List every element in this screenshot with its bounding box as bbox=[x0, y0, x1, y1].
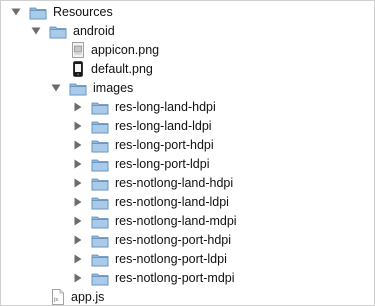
file-label: default.png bbox=[91, 62, 153, 76]
disclosure-collapsed-icon[interactable] bbox=[73, 273, 83, 283]
tree-row-subfolder[interactable]: res-long-port-ldpi bbox=[1, 155, 374, 174]
tree-row-subfolder[interactable]: res-notlong-port-ldpi bbox=[1, 250, 374, 269]
image-file-icon bbox=[72, 42, 84, 58]
folder-icon bbox=[91, 216, 109, 229]
folder-label: Resources bbox=[53, 5, 113, 19]
disclosure-collapsed-icon[interactable] bbox=[73, 102, 83, 112]
disclosure-collapsed-icon[interactable] bbox=[73, 178, 83, 188]
folder-icon bbox=[91, 121, 109, 134]
tree-row-subfolder[interactable]: res-notlong-land-mdpi bbox=[1, 212, 374, 231]
tree-row-file[interactable]: js app.js bbox=[1, 288, 374, 306]
folder-label: res-notlong-port-hdpi bbox=[115, 233, 232, 247]
disclosure-collapsed-icon[interactable] bbox=[73, 235, 83, 245]
folder-label: res-long-land-hdpi bbox=[115, 100, 216, 114]
tree-row-subfolder[interactable]: res-notlong-land-ldpi bbox=[1, 193, 374, 212]
tree-row-subfolder[interactable]: res-notlong-port-hdpi bbox=[1, 231, 374, 250]
folder-label: res-notlong-land-hdpi bbox=[115, 176, 234, 190]
tree-row-subfolder[interactable]: res-long-land-hdpi bbox=[1, 98, 374, 117]
tree-row-file[interactable]: appicon.png bbox=[1, 41, 374, 60]
js-file-icon: js bbox=[52, 289, 64, 305]
disclosure-collapsed-icon[interactable] bbox=[73, 254, 83, 264]
tree-row-images[interactable]: images bbox=[1, 79, 374, 98]
folder-icon bbox=[69, 83, 87, 96]
folder-label: images bbox=[93, 81, 134, 95]
folder-icon bbox=[91, 254, 109, 267]
disclosure-collapsed-icon[interactable] bbox=[73, 140, 83, 150]
folder-icon bbox=[91, 159, 109, 172]
folder-icon bbox=[29, 7, 47, 20]
folder-label: res-long-land-ldpi bbox=[115, 119, 212, 133]
phone-image-file-icon bbox=[73, 61, 83, 77]
tree-row-subfolder[interactable]: res-long-port-hdpi bbox=[1, 136, 374, 155]
folder-icon bbox=[49, 26, 67, 39]
disclosure-expanded-icon[interactable] bbox=[11, 7, 21, 17]
file-tree: Resources android appicon.png default.pn… bbox=[0, 0, 375, 306]
folder-label: res-notlong-port-ldpi bbox=[115, 252, 227, 266]
tree-row-android[interactable]: android bbox=[1, 22, 374, 41]
disclosure-collapsed-icon[interactable] bbox=[73, 159, 83, 169]
tree-row-subfolder[interactable]: res-long-land-ldpi bbox=[1, 117, 374, 136]
disclosure-collapsed-icon[interactable] bbox=[73, 121, 83, 131]
folder-icon bbox=[91, 197, 109, 210]
tree-row-subfolder[interactable]: res-notlong-land-hdpi bbox=[1, 174, 374, 193]
folder-label: res-long-port-ldpi bbox=[115, 157, 210, 171]
folder-label: res-notlong-port-mdpi bbox=[115, 271, 235, 285]
folder-label: android bbox=[73, 24, 115, 38]
folder-label: res-notlong-land-mdpi bbox=[115, 214, 237, 228]
folder-icon bbox=[91, 235, 109, 248]
tree-row-subfolder[interactable]: res-notlong-port-mdpi bbox=[1, 269, 374, 288]
disclosure-expanded-icon[interactable] bbox=[51, 83, 61, 93]
folder-icon bbox=[91, 273, 109, 286]
disclosure-collapsed-icon[interactable] bbox=[73, 197, 83, 207]
tree-row-resources[interactable]: Resources bbox=[1, 3, 374, 22]
folder-label: res-long-port-hdpi bbox=[115, 138, 214, 152]
file-label: app.js bbox=[71, 290, 105, 304]
tree-row-file[interactable]: default.png bbox=[1, 60, 374, 79]
svg-text:js: js bbox=[53, 297, 58, 303]
folder-icon bbox=[91, 178, 109, 191]
disclosure-expanded-icon[interactable] bbox=[31, 26, 41, 36]
folder-icon bbox=[91, 102, 109, 115]
folder-label: res-notlong-land-ldpi bbox=[115, 195, 229, 209]
file-label: appicon.png bbox=[91, 43, 160, 57]
folder-icon bbox=[91, 140, 109, 153]
disclosure-collapsed-icon[interactable] bbox=[73, 216, 83, 226]
